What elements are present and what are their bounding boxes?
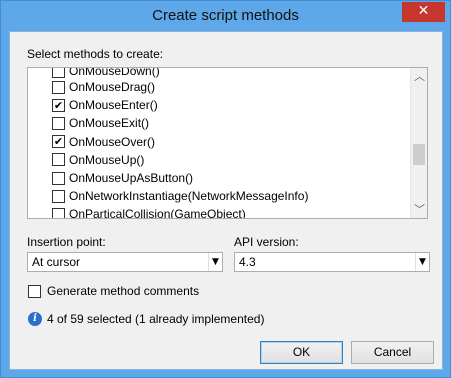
list-item[interactable]: OnMouseUpAsButton() (28, 169, 410, 187)
list-item[interactable]: OnMouseExit() (28, 114, 410, 132)
list-item[interactable]: OnParticalCollision(GameObject) (28, 205, 410, 219)
generate-comments-label[interactable]: Generate method comments (47, 284, 199, 298)
method-checkbox[interactable] (52, 153, 65, 167)
generate-comments-checkbox[interactable] (28, 285, 41, 298)
method-label: OnMouseOver() (69, 134, 156, 149)
title-bar: Create script methods ✕ (1, 1, 450, 31)
method-label: OnMouseEnter() (69, 98, 158, 113)
scroll-down-icon[interactable]: ﹀ (411, 201, 427, 218)
api-version-value: 4.3 (239, 255, 256, 269)
methods-rows: OnMouseDown() OnMouseDrag() ✔ OnMouseEnt… (28, 68, 410, 219)
close-button[interactable]: ✕ (402, 2, 445, 22)
method-checkbox[interactable] (52, 116, 65, 130)
method-checkbox[interactable] (52, 80, 65, 94)
method-label: OnMouseDrag() (69, 80, 156, 95)
list-item[interactable]: OnNetworkInstantiage(NetworkMessageInfo) (28, 187, 410, 205)
chevron-down-icon[interactable]: ▼ (208, 253, 222, 271)
method-label: OnNetworkInstantiage(NetworkMessageInfo) (69, 189, 309, 204)
methods-list[interactable]: OnMouseDown() OnMouseDrag() ✔ OnMouseEnt… (27, 67, 428, 219)
list-item[interactable]: OnMouseUp() (28, 151, 410, 169)
dialog-title: Create script methods (152, 7, 299, 24)
close-icon: ✕ (417, 3, 430, 19)
list-item[interactable]: ✔ OnMouseOver() (28, 133, 410, 151)
list-item[interactable]: OnMouseDown() (28, 68, 410, 78)
chevron-down-icon[interactable]: ▼ (415, 253, 429, 271)
selection-status: 4 of 59 selected (1 already implemented) (47, 312, 265, 326)
scroll-thumb[interactable] (413, 144, 425, 165)
method-checkbox[interactable] (52, 189, 65, 203)
scroll-up-icon[interactable]: ︿ (411, 68, 427, 85)
ok-button[interactable]: OK (260, 341, 343, 364)
list-item[interactable]: ✔ OnMouseEnter() (28, 96, 410, 114)
method-checkbox-checked[interactable]: ✔ (52, 135, 65, 149)
dialog-window: Create script methods ✕ Select methods t… (0, 0, 451, 378)
insertion-point-label: Insertion point: (27, 235, 106, 249)
methods-label: Select methods to create: (27, 47, 164, 61)
method-label: OnParticalCollision(GameObject) (69, 207, 246, 219)
method-checkbox-checked[interactable]: ✔ (52, 98, 65, 112)
method-label: OnMouseDown() (69, 68, 160, 78)
dialog-client-area: Select methods to create: OnMouseDown() … (9, 31, 443, 370)
method-checkbox[interactable] (52, 207, 65, 218)
api-version-label: API version: (234, 235, 299, 249)
api-version-select[interactable]: 4.3 ▼ (234, 252, 430, 272)
method-label: OnMouseUpAsButton() (69, 171, 194, 186)
info-icon: i (28, 312, 42, 326)
insertion-point-select[interactable]: At cursor ▼ (27, 252, 223, 272)
method-checkbox[interactable] (52, 171, 65, 185)
insertion-point-value: At cursor (32, 255, 81, 269)
method-label: OnMouseUp() (69, 152, 145, 167)
methods-scrollbar[interactable]: ︿ ﹀ (410, 68, 427, 218)
method-checkbox[interactable] (52, 68, 65, 78)
method-label: OnMouseExit() (69, 116, 150, 131)
list-item[interactable]: OnMouseDrag() (28, 78, 410, 96)
cancel-button[interactable]: Cancel (351, 341, 434, 364)
